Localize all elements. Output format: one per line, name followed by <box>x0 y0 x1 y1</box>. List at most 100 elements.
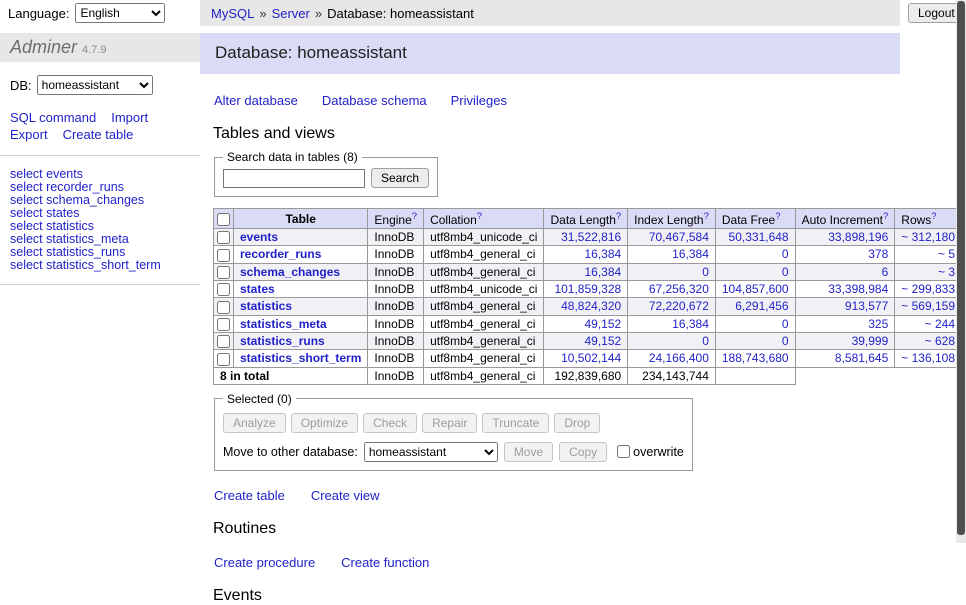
value-link[interactable]: 0 <box>782 334 789 348</box>
tables-tfoot-row: 8 in totalInnoDButf8mb4_general_ci192,83… <box>214 367 966 384</box>
table-link[interactable]: schema_changes <box>240 265 340 279</box>
search-input[interactable] <box>223 169 365 188</box>
table-link[interactable]: statistics_meta <box>240 317 327 331</box>
row-checkbox[interactable] <box>217 249 230 262</box>
value-link[interactable]: ~ 3 <box>938 265 955 279</box>
value-link[interactable]: ~ 244 <box>925 317 955 331</box>
value-link[interactable]: ~ 569,159 <box>901 299 955 313</box>
column-help-link[interactable]: ? <box>477 211 482 222</box>
value-link[interactable]: 0 <box>782 247 789 261</box>
column-help-link[interactable]: ? <box>775 211 780 222</box>
create-procedure-link[interactable]: Create procedure <box>214 555 315 570</box>
move-db-select[interactable]: homeassistant <box>364 442 498 462</box>
create-view-link[interactable]: Create view <box>311 488 380 503</box>
analyze-button[interactable]: Analyze <box>223 413 286 433</box>
sidebar-select-link[interactable]: select statistics_short_term <box>10 259 190 272</box>
breadcrumb-mysql-link[interactable]: MySQL <box>211 6 254 21</box>
value-link[interactable]: 101,859,328 <box>554 282 621 296</box>
value-link[interactable]: 325 <box>868 317 888 331</box>
value-link[interactable]: ~ 628 <box>925 334 955 348</box>
breadcrumb-server-link[interactable]: Server <box>272 6 310 21</box>
value-link[interactable]: 10,502,144 <box>561 351 621 365</box>
column-header-rows: Rows? <box>895 209 962 229</box>
value-link[interactable]: 188,743,680 <box>722 351 789 365</box>
repair-button[interactable]: Repair <box>422 413 477 433</box>
scrollbar-thumb[interactable] <box>957 1 965 535</box>
column-help-link[interactable]: ? <box>931 211 936 222</box>
column-help-link[interactable]: ? <box>412 211 417 222</box>
create-table-link[interactable]: Create table <box>63 126 134 143</box>
language-select[interactable]: English <box>75 3 165 23</box>
value-link[interactable]: 913,577 <box>845 299 888 313</box>
value-link[interactable]: 378 <box>868 247 888 261</box>
import-link[interactable]: Import <box>111 109 148 126</box>
value-link[interactable]: ~ 136,108 <box>901 351 955 365</box>
table-link[interactable]: recorder_runs <box>240 247 321 261</box>
row-checkbox[interactable] <box>217 283 230 296</box>
row-checkbox[interactable] <box>217 335 230 348</box>
value-link[interactable]: 16,384 <box>584 247 621 261</box>
drop-button[interactable]: Drop <box>554 413 600 433</box>
create-function-link[interactable]: Create function <box>341 555 429 570</box>
sql-command-link[interactable]: SQL command <box>10 109 96 126</box>
column-help-link[interactable]: ? <box>704 211 709 222</box>
value-link[interactable]: 104,857,600 <box>722 282 789 296</box>
value-link[interactable]: 49,152 <box>584 334 621 348</box>
value-link[interactable]: 48,824,320 <box>561 299 621 313</box>
column-help-link[interactable]: ? <box>883 211 888 222</box>
copy-button[interactable]: Copy <box>559 442 607 462</box>
value-link[interactable]: 67,256,320 <box>649 282 709 296</box>
value-link[interactable]: 8,581,645 <box>835 351 888 365</box>
cell-rows_count: ~ 569,159 <box>895 298 962 315</box>
vertical-scrollbar[interactable] <box>956 0 966 543</box>
row-checkbox[interactable] <box>217 353 230 366</box>
value-link[interactable]: 6 <box>882 265 889 279</box>
value-link[interactable]: ~ 299,833 <box>901 282 955 296</box>
value-link[interactable]: 16,384 <box>672 317 709 331</box>
check-button[interactable]: Check <box>363 413 417 433</box>
table-link[interactable]: states <box>240 282 275 296</box>
value-link[interactable]: 39,999 <box>852 334 889 348</box>
row-checkbox[interactable] <box>217 318 230 331</box>
value-link[interactable]: 0 <box>702 265 709 279</box>
row-checkbox[interactable] <box>217 231 230 244</box>
create-table-link-bottom[interactable]: Create table <box>214 488 285 503</box>
value-link[interactable]: 33,398,984 <box>828 282 888 296</box>
search-button[interactable]: Search <box>371 168 429 188</box>
value-link[interactable]: 24,166,400 <box>649 351 709 365</box>
cell-auto_increment: 913,577 <box>795 298 895 315</box>
truncate-button[interactable]: Truncate <box>482 413 549 433</box>
value-link[interactable]: 49,152 <box>584 317 621 331</box>
database-schema-link[interactable]: Database schema <box>322 93 427 108</box>
row-checkbox[interactable] <box>217 266 230 279</box>
export-link[interactable]: Export <box>10 126 48 143</box>
value-link[interactable]: 33,898,196 <box>828 230 888 244</box>
value-link[interactable]: 50,331,648 <box>729 230 789 244</box>
value-link[interactable]: 6,291,456 <box>735 299 788 313</box>
table-link[interactable]: statistics_short_term <box>240 351 361 365</box>
table-link[interactable]: statistics <box>240 299 292 313</box>
row-checkbox-cell <box>214 350 234 367</box>
value-link[interactable]: 16,384 <box>672 247 709 261</box>
value-link[interactable]: 16,384 <box>584 265 621 279</box>
table-link[interactable]: statistics_runs <box>240 334 325 348</box>
optimize-button[interactable]: Optimize <box>291 413 358 433</box>
value-link[interactable]: 0 <box>782 317 789 331</box>
move-button[interactable]: Move <box>504 442 553 462</box>
column-help-link[interactable]: ? <box>616 211 621 222</box>
value-link[interactable]: 72,220,672 <box>649 299 709 313</box>
db-select[interactable]: homeassistant <box>37 75 153 95</box>
table-link[interactable]: events <box>240 230 278 244</box>
value-link[interactable]: ~ 5 <box>938 247 955 261</box>
select-all-checkbox[interactable] <box>217 213 230 226</box>
value-link[interactable]: 0 <box>702 334 709 348</box>
value-link[interactable]: 0 <box>782 265 789 279</box>
value-link[interactable]: ~ 312,180 <box>901 230 955 244</box>
tables-overview-table: TableEngine?Collation?Data Length?Index … <box>213 208 966 385</box>
row-checkbox[interactable] <box>217 301 230 314</box>
alter-database-link[interactable]: Alter database <box>214 93 298 108</box>
value-link[interactable]: 70,467,584 <box>649 230 709 244</box>
overwrite-checkbox[interactable] <box>617 445 630 458</box>
privileges-link[interactable]: Privileges <box>451 93 507 108</box>
value-link[interactable]: 31,522,816 <box>561 230 621 244</box>
